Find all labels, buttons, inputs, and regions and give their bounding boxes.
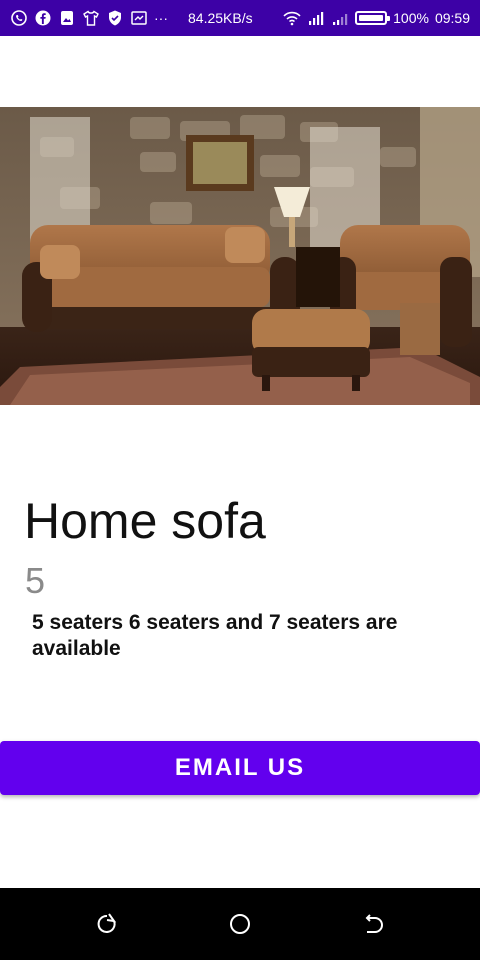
clock: 09:59 [434, 10, 470, 26]
facebook-icon [34, 9, 52, 27]
wifi-icon [283, 9, 301, 27]
cast-icon [130, 9, 148, 27]
back-icon[interactable] [362, 912, 386, 936]
whatsapp-icon [10, 9, 28, 27]
signal-2-icon [331, 9, 349, 27]
battery-percent: 100% [393, 10, 429, 26]
navigation-bar [0, 888, 480, 960]
sofa-photo-illustration [0, 107, 480, 405]
battery-level-fill [359, 15, 384, 21]
product-title: Home sofa [24, 493, 266, 549]
product-count: 5 [25, 560, 46, 601]
email-us-button[interactable]: EMAIL US [0, 741, 480, 795]
notification-icons: ··· 84.25KB/s [10, 9, 253, 27]
home-icon[interactable] [228, 912, 252, 936]
sofa-photo [0, 107, 480, 405]
product-description: 5 seaters 6 seaters and 7 seaters are av… [32, 611, 398, 658]
signal-icon [307, 9, 325, 27]
shirt-icon [82, 9, 100, 27]
gallery-icon [58, 9, 76, 27]
system-icons: 100% 09:59 [283, 9, 470, 27]
network-speed: 84.25KB/s [188, 10, 253, 26]
more-icon: ··· [154, 10, 168, 26]
battery-icon [355, 11, 391, 25]
recent-apps-icon[interactable] [95, 912, 119, 936]
status-bar: ··· 84.25KB/s 100% 09:59 [0, 0, 480, 36]
shield-icon [106, 9, 124, 27]
